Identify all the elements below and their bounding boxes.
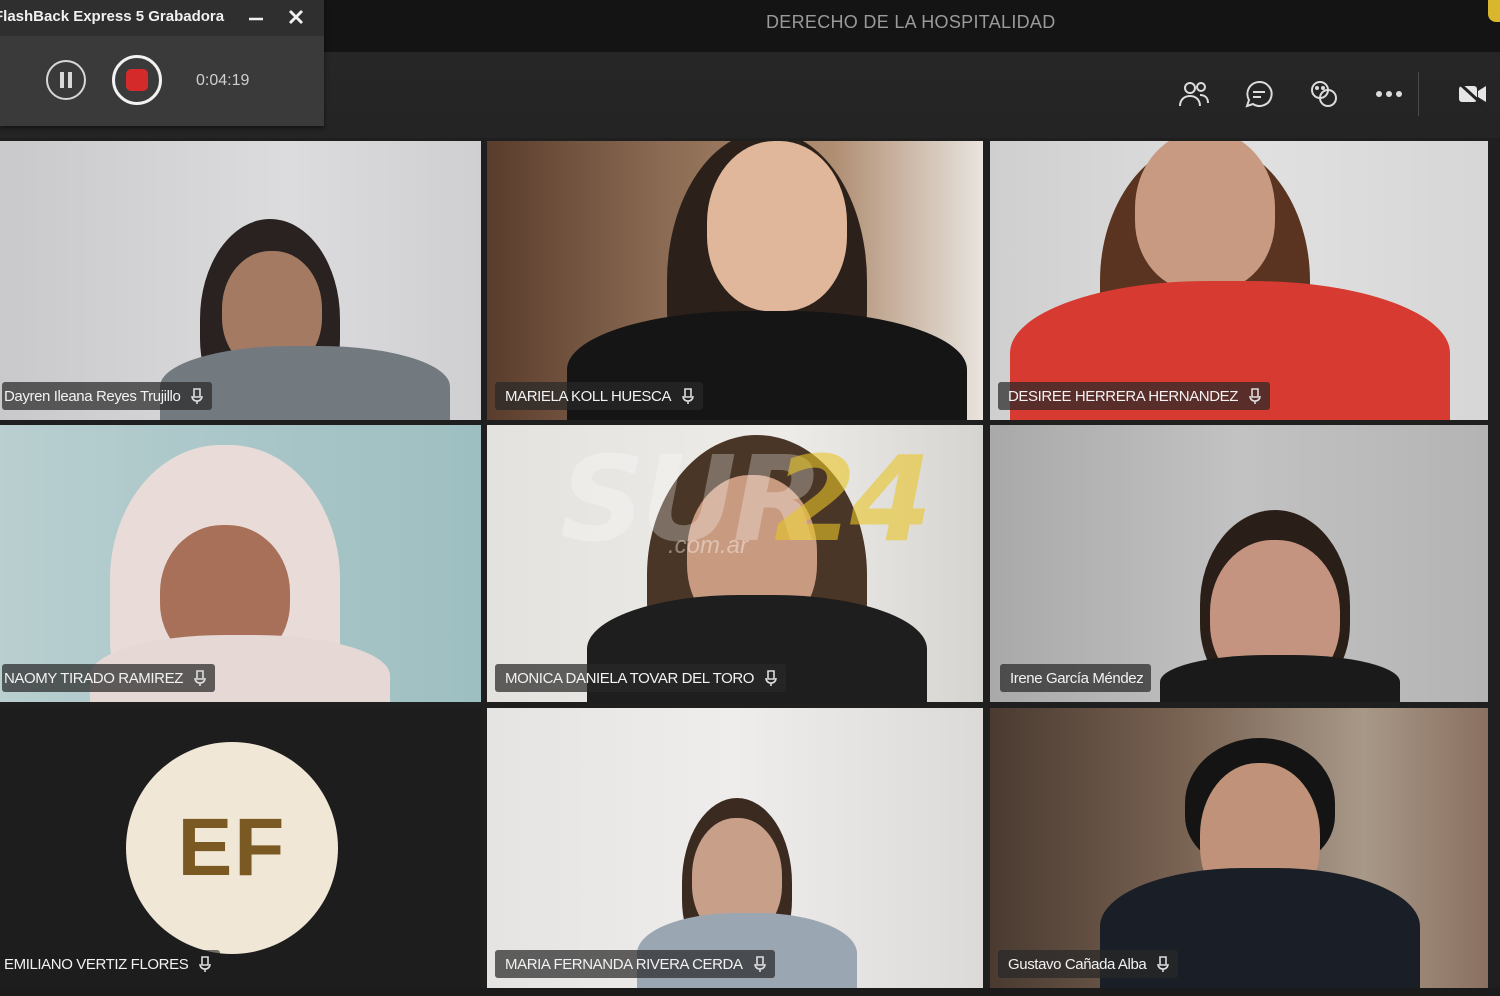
participant-name: EMILIANO VERTIZ FLORES <box>4 955 189 973</box>
participant-nameplate: MONICA DANIELA TOVAR DEL TORO <box>495 664 787 692</box>
avatar-initials: EF <box>177 802 287 893</box>
participant-body <box>1160 655 1400 702</box>
mic-icon <box>1249 388 1261 404</box>
close-icon[interactable] <box>285 6 307 28</box>
video-tile-6[interactable]: Irene García Méndez <box>990 425 1488 702</box>
participant-nameplate: MARIA FERNANDA RIVERA CERDA <box>495 950 775 978</box>
meeting-title: DERECHO DE LA HOSPITALIDAD <box>766 12 1056 32</box>
bottom-edge <box>0 988 1500 996</box>
recording-timer: 0:04:19 <box>196 72 250 89</box>
avatar: EF <box>126 742 338 954</box>
meeting-toolbar <box>1160 72 1500 116</box>
participant-nameplate: DESIREE HERRERA HERNANDEZ <box>998 382 1271 410</box>
recorder-title: FlashBack Express 5 Grabadora <box>0 8 225 25</box>
camera-off-icon[interactable] <box>1450 72 1494 116</box>
participant-nameplate: MARIELA KOLL HUESCA <box>495 382 704 410</box>
participant-face <box>707 141 847 311</box>
participant-name: Gustavo Cañada Alba <box>1008 955 1147 973</box>
participant-nameplate: EMILIANO VERTIZ FLORES <box>2 950 221 978</box>
mic-icon <box>765 670 777 686</box>
mic-icon <box>1157 956 1170 972</box>
mic-icon <box>682 388 694 404</box>
mic-icon <box>753 956 766 972</box>
chat-icon[interactable] <box>1237 72 1281 116</box>
stop-record-icon[interactable] <box>112 55 162 105</box>
video-tile-5[interactable]: MONICA DANIELA TOVAR DEL TORO <box>487 425 983 702</box>
participant-nameplate: Dayren Ileana Reyes Trujillo <box>2 382 213 410</box>
record-stop-square <box>126 69 148 91</box>
participant-nameplate: NAOMY TIRADO RAMIREZ <box>2 664 215 692</box>
video-tile-8[interactable]: MARIA FERNANDA RIVERA CERDA <box>487 708 983 988</box>
participant-nameplate: Gustavo Cañada Alba <box>998 950 1179 978</box>
video-tile-1[interactable]: Dayren Ileana Reyes Trujillo <box>0 141 481 420</box>
participant-name: MARIELA KOLL HUESCA <box>505 387 672 405</box>
mic-icon <box>199 956 212 972</box>
video-tile-9[interactable]: Gustavo Cañada Alba <box>990 708 1488 988</box>
participant-name: Irene García Méndez <box>1010 669 1144 687</box>
mic-icon <box>194 670 206 686</box>
participant-face <box>1135 141 1275 291</box>
reactions-icon[interactable] <box>1302 72 1346 116</box>
participant-name: MONICA DANIELA TOVAR DEL TORO <box>505 669 755 687</box>
participant-name: Dayren Ileana Reyes Trujillo <box>4 387 181 405</box>
video-tile-2[interactable]: MARIELA KOLL HUESCA <box>487 141 983 420</box>
video-tile-7[interactable]: EF EMILIANO VERTIZ FLORES <box>0 708 481 988</box>
pause-icon[interactable] <box>46 60 86 100</box>
screen-recorder-panel: FlashBack Express 5 Grabadora 0:04:19 <box>0 0 324 126</box>
participant-name: DESIREE HERRERA HERNANDEZ <box>1008 387 1239 405</box>
participant-name: NAOMY TIRADO RAMIREZ <box>4 669 183 687</box>
participant-nameplate: Irene García Méndez <box>1000 664 1152 692</box>
participant-name: MARIA FERNANDA RIVERA CERDA <box>505 955 743 973</box>
recorder-titlebar: FlashBack Express 5 Grabadora <box>0 0 324 36</box>
more-options-icon[interactable] <box>1367 72 1411 116</box>
participants-icon[interactable] <box>1172 72 1216 116</box>
mic-icon <box>191 388 204 404</box>
video-tile-4[interactable]: NAOMY TIRADO RAMIREZ <box>0 425 481 702</box>
minimize-icon[interactable] <box>246 8 266 28</box>
video-tile-3[interactable]: DESIREE HERRERA HERNANDEZ <box>990 141 1488 420</box>
window-accent <box>1488 0 1500 22</box>
toolbar-divider <box>1418 72 1419 116</box>
